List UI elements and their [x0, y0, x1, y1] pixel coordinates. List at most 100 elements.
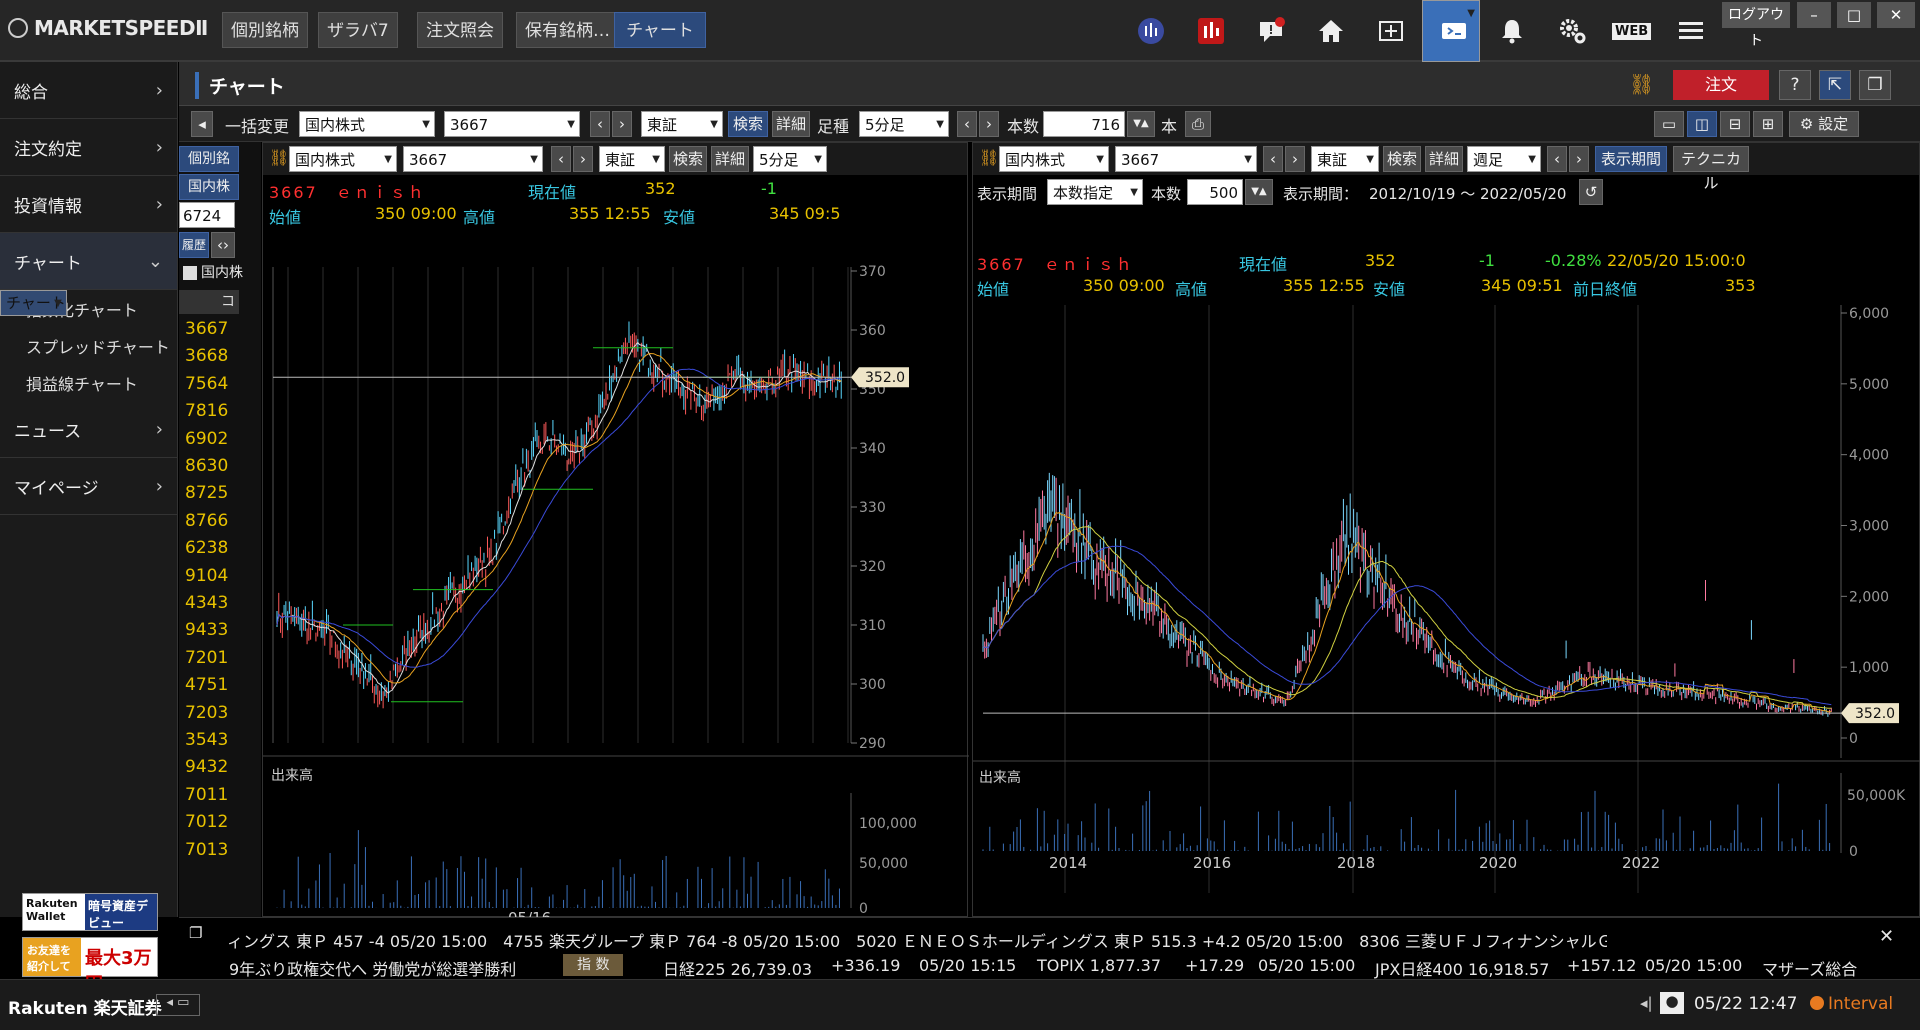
reset-icon[interactable]: ↺	[1579, 179, 1603, 205]
menu-icon[interactable]	[1670, 10, 1712, 52]
sidebar-item-mypage[interactable]: マイページ ›	[0, 458, 177, 515]
search-button[interactable]: 検索	[728, 111, 768, 137]
list-item[interactable]: 3668	[179, 343, 261, 370]
sidebar-item-news[interactable]: ニュース ›	[0, 401, 177, 458]
list-item[interactable]: 8725	[179, 480, 261, 507]
list-item[interactable]: 7203	[179, 700, 261, 727]
checkbox[interactable]	[183, 266, 197, 280]
link-icon[interactable]: ⛓	[1629, 72, 1654, 96]
prev-icon[interactable]: ‹	[957, 111, 977, 137]
maximize-button[interactable]: □	[1837, 2, 1871, 28]
code-input[interactable]: 3667	[444, 111, 580, 138]
list-item[interactable]: 8630	[179, 453, 261, 480]
chart-left-plot[interactable]: 370360350340330320310300290352.0出来高100,0…	[263, 223, 969, 918]
sidebar-item-summary[interactable]: 総合 ›	[0, 62, 177, 119]
period-mode-select[interactable]: 本数指定	[1047, 179, 1143, 206]
search-button[interactable]: 検索	[669, 146, 707, 172]
list-item[interactable]: 7201	[179, 645, 261, 672]
history-button[interactable]: 履歴	[179, 232, 209, 258]
tab-individual[interactable]: 個別銘柄	[222, 12, 308, 48]
code-field[interactable]: 6724	[179, 202, 235, 228]
tab-zaraba[interactable]: ザラバ7	[318, 12, 398, 48]
market-icon[interactable]	[1130, 10, 1172, 52]
market-select[interactable]: 国内株式	[289, 146, 397, 173]
history-nav-icon[interactable]: ‹›	[211, 232, 235, 258]
next-icon[interactable]: ›	[1569, 146, 1589, 172]
tab-chart[interactable]: チャート	[614, 12, 706, 48]
collapse-icon[interactable]: ◂	[191, 111, 213, 137]
alert-icon[interactable]	[1250, 10, 1292, 52]
code-input[interactable]: 3667	[1115, 146, 1257, 173]
settings-button[interactable]: ⚙ 設定	[1789, 111, 1859, 137]
sidebar-sub-chart[interactable]: チャート	[0, 290, 67, 317]
list-item[interactable]: 9433	[179, 617, 261, 644]
chat-icon[interactable]	[1422, 0, 1480, 62]
list-item[interactable]: 8766	[179, 508, 261, 535]
link-icon[interactable]: ⛓	[269, 148, 289, 167]
layout-2row-icon[interactable]: ⊟	[1720, 111, 1750, 137]
market-select[interactable]: 国内株式	[299, 111, 435, 138]
list-item[interactable]: 4751	[179, 672, 261, 699]
close-button[interactable]: ✕	[1877, 2, 1915, 28]
next-icon[interactable]: ›	[1285, 146, 1305, 172]
sidebar-sub-pl-chart[interactable]: 損益線チャート	[0, 364, 177, 401]
tab-order-inquiry[interactable]: 注文照会	[417, 12, 503, 48]
exchange-select[interactable]: 東証	[1311, 146, 1379, 173]
sidebar-sub-spread-chart[interactable]: スプレッドチャート	[0, 327, 177, 364]
list-item[interactable]: 3543	[179, 727, 261, 754]
count-input[interactable]: 500	[1187, 179, 1243, 205]
prev-icon[interactable]: ‹	[590, 111, 610, 137]
detail-button[interactable]: 詳細	[711, 146, 749, 172]
list-item[interactable]: 7564	[179, 371, 261, 398]
window-icon[interactable]: ❐	[189, 924, 202, 942]
print-icon[interactable]: ⎙	[1185, 111, 1211, 137]
count-stepper[interactable]: ▼▲	[1245, 179, 1273, 205]
sidebar-item-invest-info[interactable]: 投資情報 ›	[0, 176, 177, 233]
count-input[interactable]: 716	[1043, 111, 1125, 137]
sidebar-item-chart[interactable]: チャート ⌄	[0, 233, 177, 290]
technical-button[interactable]: テクニカル	[1673, 146, 1749, 192]
count-stepper[interactable]: ▼▲	[1127, 111, 1155, 137]
detail-button[interactable]: 詳細	[772, 111, 810, 137]
minimize-button[interactable]: –	[1797, 2, 1831, 28]
search-button[interactable]: 検索	[1383, 146, 1421, 172]
list-item[interactable]: 9104	[179, 563, 261, 590]
wallet-banner[interactable]: Rakuten Wallet 暗号資産デビュー	[22, 893, 158, 931]
market-select[interactable]: 国内株式	[999, 146, 1109, 173]
popout-icon[interactable]: ⇱	[1819, 70, 1851, 100]
bell-icon[interactable]	[1491, 10, 1533, 52]
code-input[interactable]: 3667	[403, 146, 543, 173]
next-icon[interactable]: ›	[612, 111, 632, 137]
list-item[interactable]: 7013	[179, 837, 261, 864]
list-item[interactable]: 4343	[179, 590, 261, 617]
list-item[interactable]: 6902	[179, 426, 261, 453]
tab-domestic[interactable]: 国内株	[179, 174, 239, 200]
list-item[interactable]: 6238	[179, 535, 261, 562]
order-button[interactable]: 注文	[1673, 70, 1769, 100]
tab-individual-list[interactable]: 個別銘	[179, 146, 239, 172]
gear-icon[interactable]	[1551, 10, 1593, 52]
speaker-icon[interactable]: ◂|	[1640, 994, 1653, 1012]
add-window-icon[interactable]	[1370, 10, 1412, 52]
layout-2col-icon[interactable]: ◫	[1687, 111, 1717, 137]
prev-icon[interactable]: ‹	[1263, 146, 1283, 172]
layout-4-icon[interactable]: ⊞	[1753, 111, 1783, 137]
layout-single-icon[interactable]: ▭	[1654, 111, 1684, 137]
list-item[interactable]: 7011	[179, 782, 261, 809]
invite-banner[interactable]: お友達を紹介して最大3万円	[22, 937, 158, 995]
list-item[interactable]: 3667	[179, 316, 261, 343]
interval-label[interactable]: Interval	[1828, 994, 1893, 1014]
prev-icon[interactable]: ‹	[551, 146, 571, 172]
sidebar-item-orders[interactable]: 注文約定 ›	[0, 119, 177, 176]
home-icon[interactable]	[1310, 10, 1352, 52]
next-icon[interactable]: ›	[979, 111, 999, 137]
panel-toggle-icon[interactable]: ◂ ▭	[156, 994, 200, 1016]
tab-holdings[interactable]: 保有銘柄…	[516, 12, 619, 48]
next-icon[interactable]: ›	[573, 146, 593, 172]
period-button[interactable]: 表示期間	[1595, 146, 1667, 172]
window-icon[interactable]: ❐	[1859, 70, 1891, 100]
detail-button[interactable]: 詳細	[1425, 146, 1463, 172]
list-item[interactable]: 7816	[179, 398, 261, 425]
link-icon[interactable]: ⛓	[979, 148, 999, 167]
list-item[interactable]: 9432	[179, 754, 261, 781]
